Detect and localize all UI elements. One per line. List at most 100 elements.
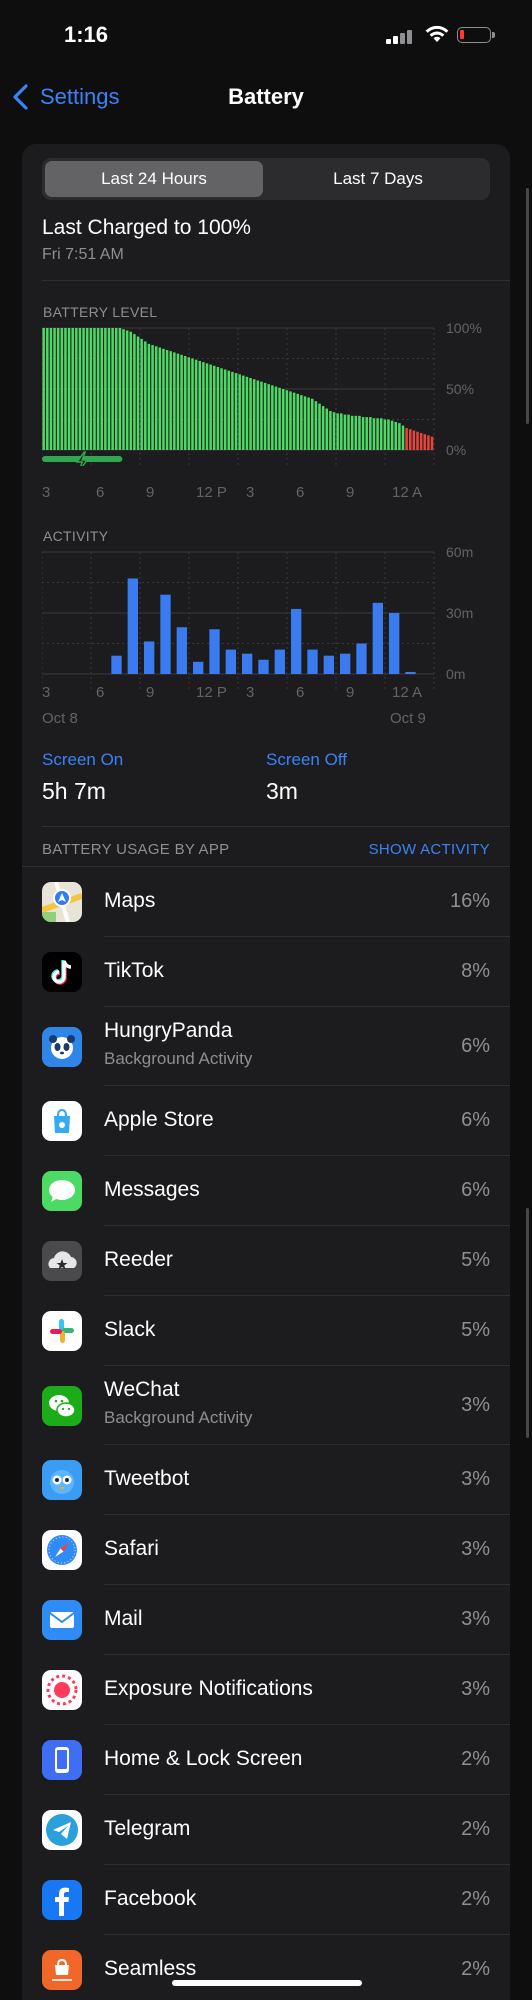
- battery-bar: [408, 429, 412, 450]
- activity-x-tick-label: 6: [96, 684, 105, 701]
- battery-bar: [242, 375, 245, 450]
- battery-x-tick-label: 12 A: [392, 484, 423, 501]
- battery-bar: [390, 420, 394, 450]
- battery-bar: [307, 397, 310, 450]
- battery-bar: [136, 336, 140, 450]
- exposure-notifications-icon: [42, 1670, 82, 1710]
- battery-bar: [75, 328, 78, 450]
- app-row[interactable]: Slack 5%: [22, 1296, 510, 1366]
- cellular-signal-icon: [386, 28, 416, 44]
- app-row[interactable]: Seamless 2%: [22, 1935, 510, 2000]
- activity-bar: [144, 641, 155, 674]
- activity-chart: [42, 551, 435, 690]
- battery-level-label: BATTERY LEVEL: [43, 304, 158, 320]
- battery-bar: [325, 408, 329, 450]
- battery-bar: [209, 364, 212, 450]
- app-usage-percent: 2%: [461, 1958, 490, 1980]
- app-row[interactable]: TikTok 8%: [22, 937, 510, 1007]
- battery-bar: [147, 343, 151, 450]
- app-row[interactable]: Tweetbot 3%: [22, 1445, 510, 1515]
- activity-bar: [209, 629, 220, 674]
- app-row[interactable]: Mail 3%: [22, 1585, 510, 1655]
- activity-x-tick-label: 12 P: [196, 684, 227, 701]
- battery-bar: [96, 328, 100, 450]
- battery-bar: [140, 338, 143, 450]
- activity-y-label: 0m: [446, 666, 466, 682]
- activity-bar: [405, 671, 416, 674]
- activity-x-tick-label: 12 A: [392, 684, 423, 701]
- time-range-segmented-control: Last 24 Hours Last 7 Days: [42, 158, 490, 200]
- segment-last-7-days[interactable]: Last 7 Days: [269, 161, 487, 197]
- battery-bar: [278, 387, 281, 450]
- apple-store-icon: [42, 1101, 82, 1141]
- app-name: Reeder: [104, 1248, 173, 1271]
- app-name: Tweetbot: [104, 1467, 190, 1490]
- battery-bar: [361, 417, 365, 450]
- app-usage-percent: 8%: [461, 960, 490, 982]
- activity-y-label: 60m: [446, 544, 474, 560]
- app-name: Home & Lock Screen: [104, 1747, 303, 1770]
- app-row[interactable]: Messages 6%: [22, 1156, 510, 1226]
- app-row[interactable]: HungryPanda Background Activity 6%: [22, 1007, 510, 1086]
- slack-icon: [42, 1311, 82, 1351]
- app-name: Mail: [104, 1607, 143, 1630]
- activity-bar: [111, 655, 122, 674]
- activity-date-end: Oct 9: [390, 710, 426, 727]
- battery-x-tick-label: 6: [96, 484, 105, 501]
- battery-bar: [107, 328, 111, 450]
- divider: [42, 826, 510, 827]
- battery-bar: [118, 328, 122, 450]
- app-usage-percent: 2%: [461, 1748, 490, 1770]
- battery-bar: [340, 413, 343, 450]
- battery-bar: [252, 379, 256, 450]
- activity-bar: [291, 608, 302, 674]
- app-name: Maps: [104, 889, 156, 912]
- battery-bar: [100, 328, 104, 450]
- app-usage-percent: 16%: [449, 890, 490, 912]
- activity-bar: [127, 578, 138, 674]
- activity-x-tick-label: 6: [296, 684, 305, 701]
- battery-bar: [53, 328, 56, 450]
- segment-last-24-hours[interactable]: Last 24 Hours: [45, 161, 263, 197]
- battery-bar: [169, 351, 172, 450]
- battery-bar: [419, 432, 423, 450]
- scrollbar-thumb[interactable]: [526, 188, 529, 424]
- app-row[interactable]: Safari 3%: [22, 1515, 510, 1585]
- divider: [42, 280, 510, 281]
- app-row[interactable]: Apple Store 6%: [22, 1086, 510, 1156]
- app-row[interactable]: Reeder 5%: [22, 1226, 510, 1296]
- activity-bar: [307, 649, 318, 674]
- app-usage-percent: 6%: [461, 1109, 490, 1131]
- battery-bar: [187, 357, 191, 450]
- battery-bar: [158, 347, 162, 450]
- app-row[interactable]: Telegram 2%: [22, 1795, 510, 1865]
- battery-bar: [162, 348, 165, 450]
- battery-usage-header: BATTERY USAGE BY APP: [42, 841, 230, 858]
- app-name: Facebook: [104, 1887, 197, 1910]
- battery-y-label: 50%: [446, 381, 475, 397]
- app-usage-percent: 5%: [461, 1249, 490, 1271]
- scrollbar-thumb[interactable]: [526, 1208, 529, 1438]
- activity-bar: [176, 627, 187, 674]
- app-usage-percent: 2%: [461, 1818, 490, 1840]
- tweetbot-icon: [42, 1460, 82, 1500]
- activity-bar: [389, 613, 400, 674]
- battery-bar: [365, 417, 368, 450]
- app-name: Apple Store: [104, 1108, 214, 1131]
- battery-bar: [67, 328, 71, 450]
- app-row[interactable]: WeChat Background Activity 3%: [22, 1366, 510, 1445]
- battery-bar: [329, 410, 332, 450]
- battery-bar: [151, 345, 154, 450]
- home-indicator[interactable]: [172, 1980, 362, 1986]
- battery-bar: [42, 328, 45, 450]
- app-row[interactable]: Home & Lock Screen 2%: [22, 1725, 510, 1795]
- battery-level-chart: [42, 327, 435, 466]
- app-row[interactable]: Exposure Notifications 3%: [22, 1655, 510, 1725]
- wifi-icon: [425, 25, 449, 42]
- app-row[interactable]: Facebook 2%: [22, 1865, 510, 1935]
- app-row[interactable]: Maps 16%: [22, 867, 510, 937]
- last-charged-title: Last Charged to 100%: [42, 216, 251, 239]
- app-usage-percent: 3%: [461, 1468, 490, 1490]
- battery-bar: [318, 403, 321, 450]
- show-activity-button[interactable]: SHOW ACTIVITY: [369, 841, 490, 858]
